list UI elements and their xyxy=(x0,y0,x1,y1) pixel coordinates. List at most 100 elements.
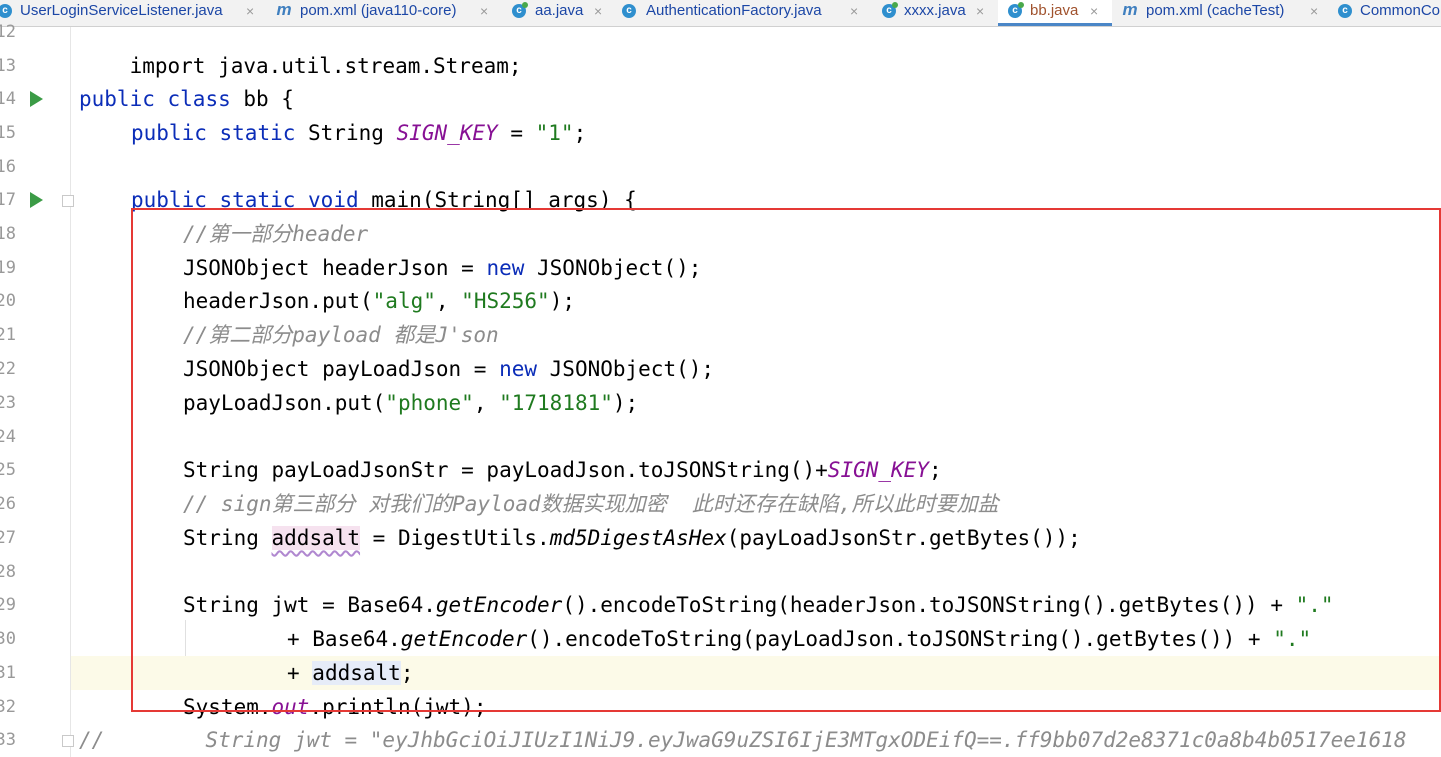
code-text: String xyxy=(183,526,272,550)
line-number: 14 xyxy=(0,89,16,109)
line-number: 25 xyxy=(0,460,16,480)
line-number: 31 xyxy=(0,663,16,683)
code-text: , xyxy=(435,289,462,313)
code-text: .println(jwt); xyxy=(309,695,487,719)
editor-gutter[interactable]: 12 13 14 15 16 17 18 19 20 21 22 23 24 2… xyxy=(0,22,74,757)
run-class-icon[interactable] xyxy=(30,91,43,107)
operator: = xyxy=(497,121,536,145)
code-text: = DigestUtils. xyxy=(360,526,550,550)
static-method: md5DigestAsHex xyxy=(549,526,727,550)
string-literal: "phone" xyxy=(385,391,474,415)
string-literal: "." xyxy=(1295,593,1334,617)
code-editor[interactable]: import java.util.stream.Stream; public c… xyxy=(71,27,1441,757)
code-line: System.out.println(jwt); xyxy=(183,690,1441,724)
code-text: + xyxy=(287,661,313,685)
code-line: public static void main(String[] args) { xyxy=(131,183,1441,217)
keyword: public xyxy=(79,87,155,111)
line-number: 18 xyxy=(0,224,16,244)
keyword: static xyxy=(219,121,296,145)
current-line: + addsalt; xyxy=(71,656,1441,690)
string-literal: "1" xyxy=(535,121,574,145)
code-text: headerJson.put( xyxy=(183,289,373,313)
code-line: headerJson.put("alg", "HS256"); xyxy=(183,284,1441,318)
line-number: 27 xyxy=(0,528,16,548)
code-line: //第二部分payload 都是J'son xyxy=(183,318,1441,352)
code-line: //第一部分header xyxy=(183,217,1441,251)
line-number: 23 xyxy=(0,393,16,413)
line-number: 21 xyxy=(0,325,16,345)
line-number: 16 xyxy=(0,157,16,177)
code-line: String addsalt = DigestUtils.md5DigestAs… xyxy=(183,521,1441,555)
keyword: void xyxy=(308,188,359,212)
line-number: 13 xyxy=(0,56,16,76)
keyword: class xyxy=(167,87,231,111)
import-statement: import java.util.stream.Stream; xyxy=(129,54,522,78)
run-main-icon[interactable] xyxy=(30,192,43,208)
comment: //第二部分payload 都是J'son xyxy=(183,323,499,347)
code-line: import java.util.stream.Stream; xyxy=(79,15,1441,78)
code-line: // String jwt = "eyJhbGciOiJIUzI1NiJ9.ey… xyxy=(79,723,1441,757)
line-number: 29 xyxy=(0,595,16,615)
code-text: , xyxy=(473,391,500,415)
code-text: ().encodeToString(payLoadJson.toJSONStri… xyxy=(527,627,1274,651)
code-line: public static String SIGN_KEY = "1"; xyxy=(131,116,1441,150)
keyword: new xyxy=(486,256,525,280)
code-text: JSONObject headerJson = xyxy=(183,256,487,280)
code-text: String jwt = Base64. xyxy=(183,593,436,617)
modified-indicator-icon xyxy=(522,2,528,8)
line-number: 28 xyxy=(0,562,16,582)
constant: SIGN_KEY xyxy=(827,458,929,482)
code-text: ; xyxy=(400,661,414,685)
comment: // sign第三部分 对我们的Payload数据实现加密 此时还存在缺陷,所以… xyxy=(183,492,999,516)
class-declaration: bb { xyxy=(230,87,294,111)
code-line: String payLoadJsonStr = payLoadJson.toJS… xyxy=(183,453,1441,487)
code-text: payLoadJson.put( xyxy=(183,391,386,415)
code-text: (payLoadJsonStr.getBytes()); xyxy=(726,526,1081,550)
comment: //第一部分header xyxy=(183,222,369,246)
method-declaration: main(String[] args) { xyxy=(358,188,637,212)
code-text: ; xyxy=(928,458,942,482)
line-number: 24 xyxy=(0,427,16,447)
code-text: System. xyxy=(183,695,272,719)
punct: ; xyxy=(573,121,587,145)
keyword: public xyxy=(131,188,207,212)
code-line: // sign第三部分 对我们的Payload数据实现加密 此时还存在缺陷,所以… xyxy=(183,487,1441,521)
line-number: 30 xyxy=(0,629,16,649)
line-number: 20 xyxy=(0,291,16,311)
comment: // String jwt = "eyJhbGciOiJIUzI1NiJ9.ey… xyxy=(79,728,1407,752)
line-number: 33 xyxy=(0,730,16,750)
static-method: getEncoder xyxy=(400,627,528,651)
keyword: static xyxy=(219,188,296,212)
string-literal: "alg" xyxy=(372,289,436,313)
keyword: new xyxy=(499,357,538,381)
variable-addsalt: addsalt xyxy=(271,526,361,550)
code-line: JSONObject headerJson = new JSONObject()… xyxy=(183,251,1441,285)
line-number: 19 xyxy=(0,258,16,278)
code-text: JSONObject(); xyxy=(537,357,715,381)
code-line: public class bb { xyxy=(79,82,1441,116)
code-line: JSONObject payLoadJson = new JSONObject(… xyxy=(183,352,1441,386)
variable-addsalt: addsalt xyxy=(312,661,401,685)
line-number: 26 xyxy=(0,494,16,514)
code-text: JSONObject payLoadJson = xyxy=(183,357,500,381)
code-text: ().encodeToString(headerJson.toJSONStrin… xyxy=(562,593,1296,617)
code-line: + Base64.getEncoder().encodeToString(pay… xyxy=(287,622,1441,656)
keyword: public xyxy=(131,121,207,145)
modified-indicator-icon xyxy=(892,2,898,8)
line-number: 32 xyxy=(0,697,16,717)
modified-indicator-icon xyxy=(1018,2,1024,8)
code-text: String payLoadJsonStr = payLoadJson.toJS… xyxy=(183,458,828,482)
static-method: getEncoder xyxy=(435,593,563,617)
type: String xyxy=(295,121,397,145)
line-number: 12 xyxy=(0,22,16,42)
string-literal: "HS256" xyxy=(461,289,550,313)
constant: SIGN_KEY xyxy=(396,121,498,145)
string-literal: "1718181" xyxy=(499,391,613,415)
code-line: payLoadJson.put("phone", "1718181"); xyxy=(183,386,1441,420)
code-text: + Base64. xyxy=(287,627,401,651)
string-literal: "." xyxy=(1273,627,1312,651)
code-line: String jwt = Base64.getEncoder().encodeT… xyxy=(183,588,1441,622)
line-number: 15 xyxy=(0,123,16,143)
line-number: 17 xyxy=(0,190,16,210)
code-text: ); xyxy=(549,289,575,313)
